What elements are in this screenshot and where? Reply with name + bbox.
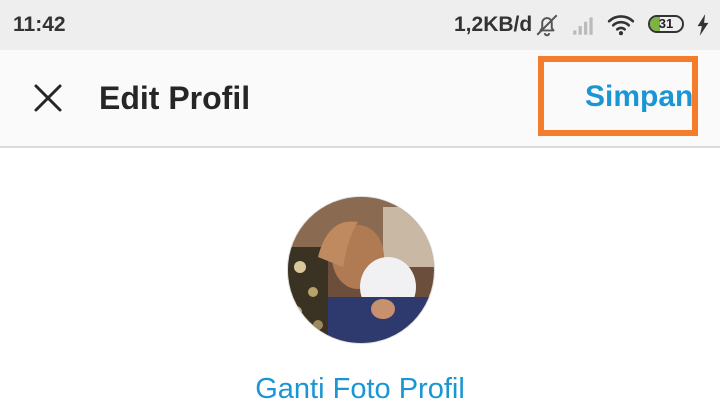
battery-icon: 31 xyxy=(648,15,684,33)
wifi-icon xyxy=(607,12,635,43)
avatar[interactable] xyxy=(287,196,435,344)
signal-icon xyxy=(571,12,597,43)
charging-icon xyxy=(696,12,710,43)
bell-off-icon xyxy=(534,12,560,43)
status-bar: 11:42 1,2KB/d 31 xyxy=(0,0,720,50)
page-title: Edit Profil xyxy=(99,80,251,116)
status-time: 11:42 xyxy=(13,13,66,36)
save-button[interactable]: Simpan xyxy=(585,80,693,114)
change-profile-photo-link[interactable]: Ganti Foto Profil xyxy=(0,373,720,406)
close-icon xyxy=(34,84,62,112)
battery-level: 31 xyxy=(658,16,674,31)
close-button[interactable] xyxy=(28,78,68,118)
network-speed: 1,2KB/d xyxy=(454,13,533,36)
toolbar: Edit Profil Simpan xyxy=(0,50,720,148)
